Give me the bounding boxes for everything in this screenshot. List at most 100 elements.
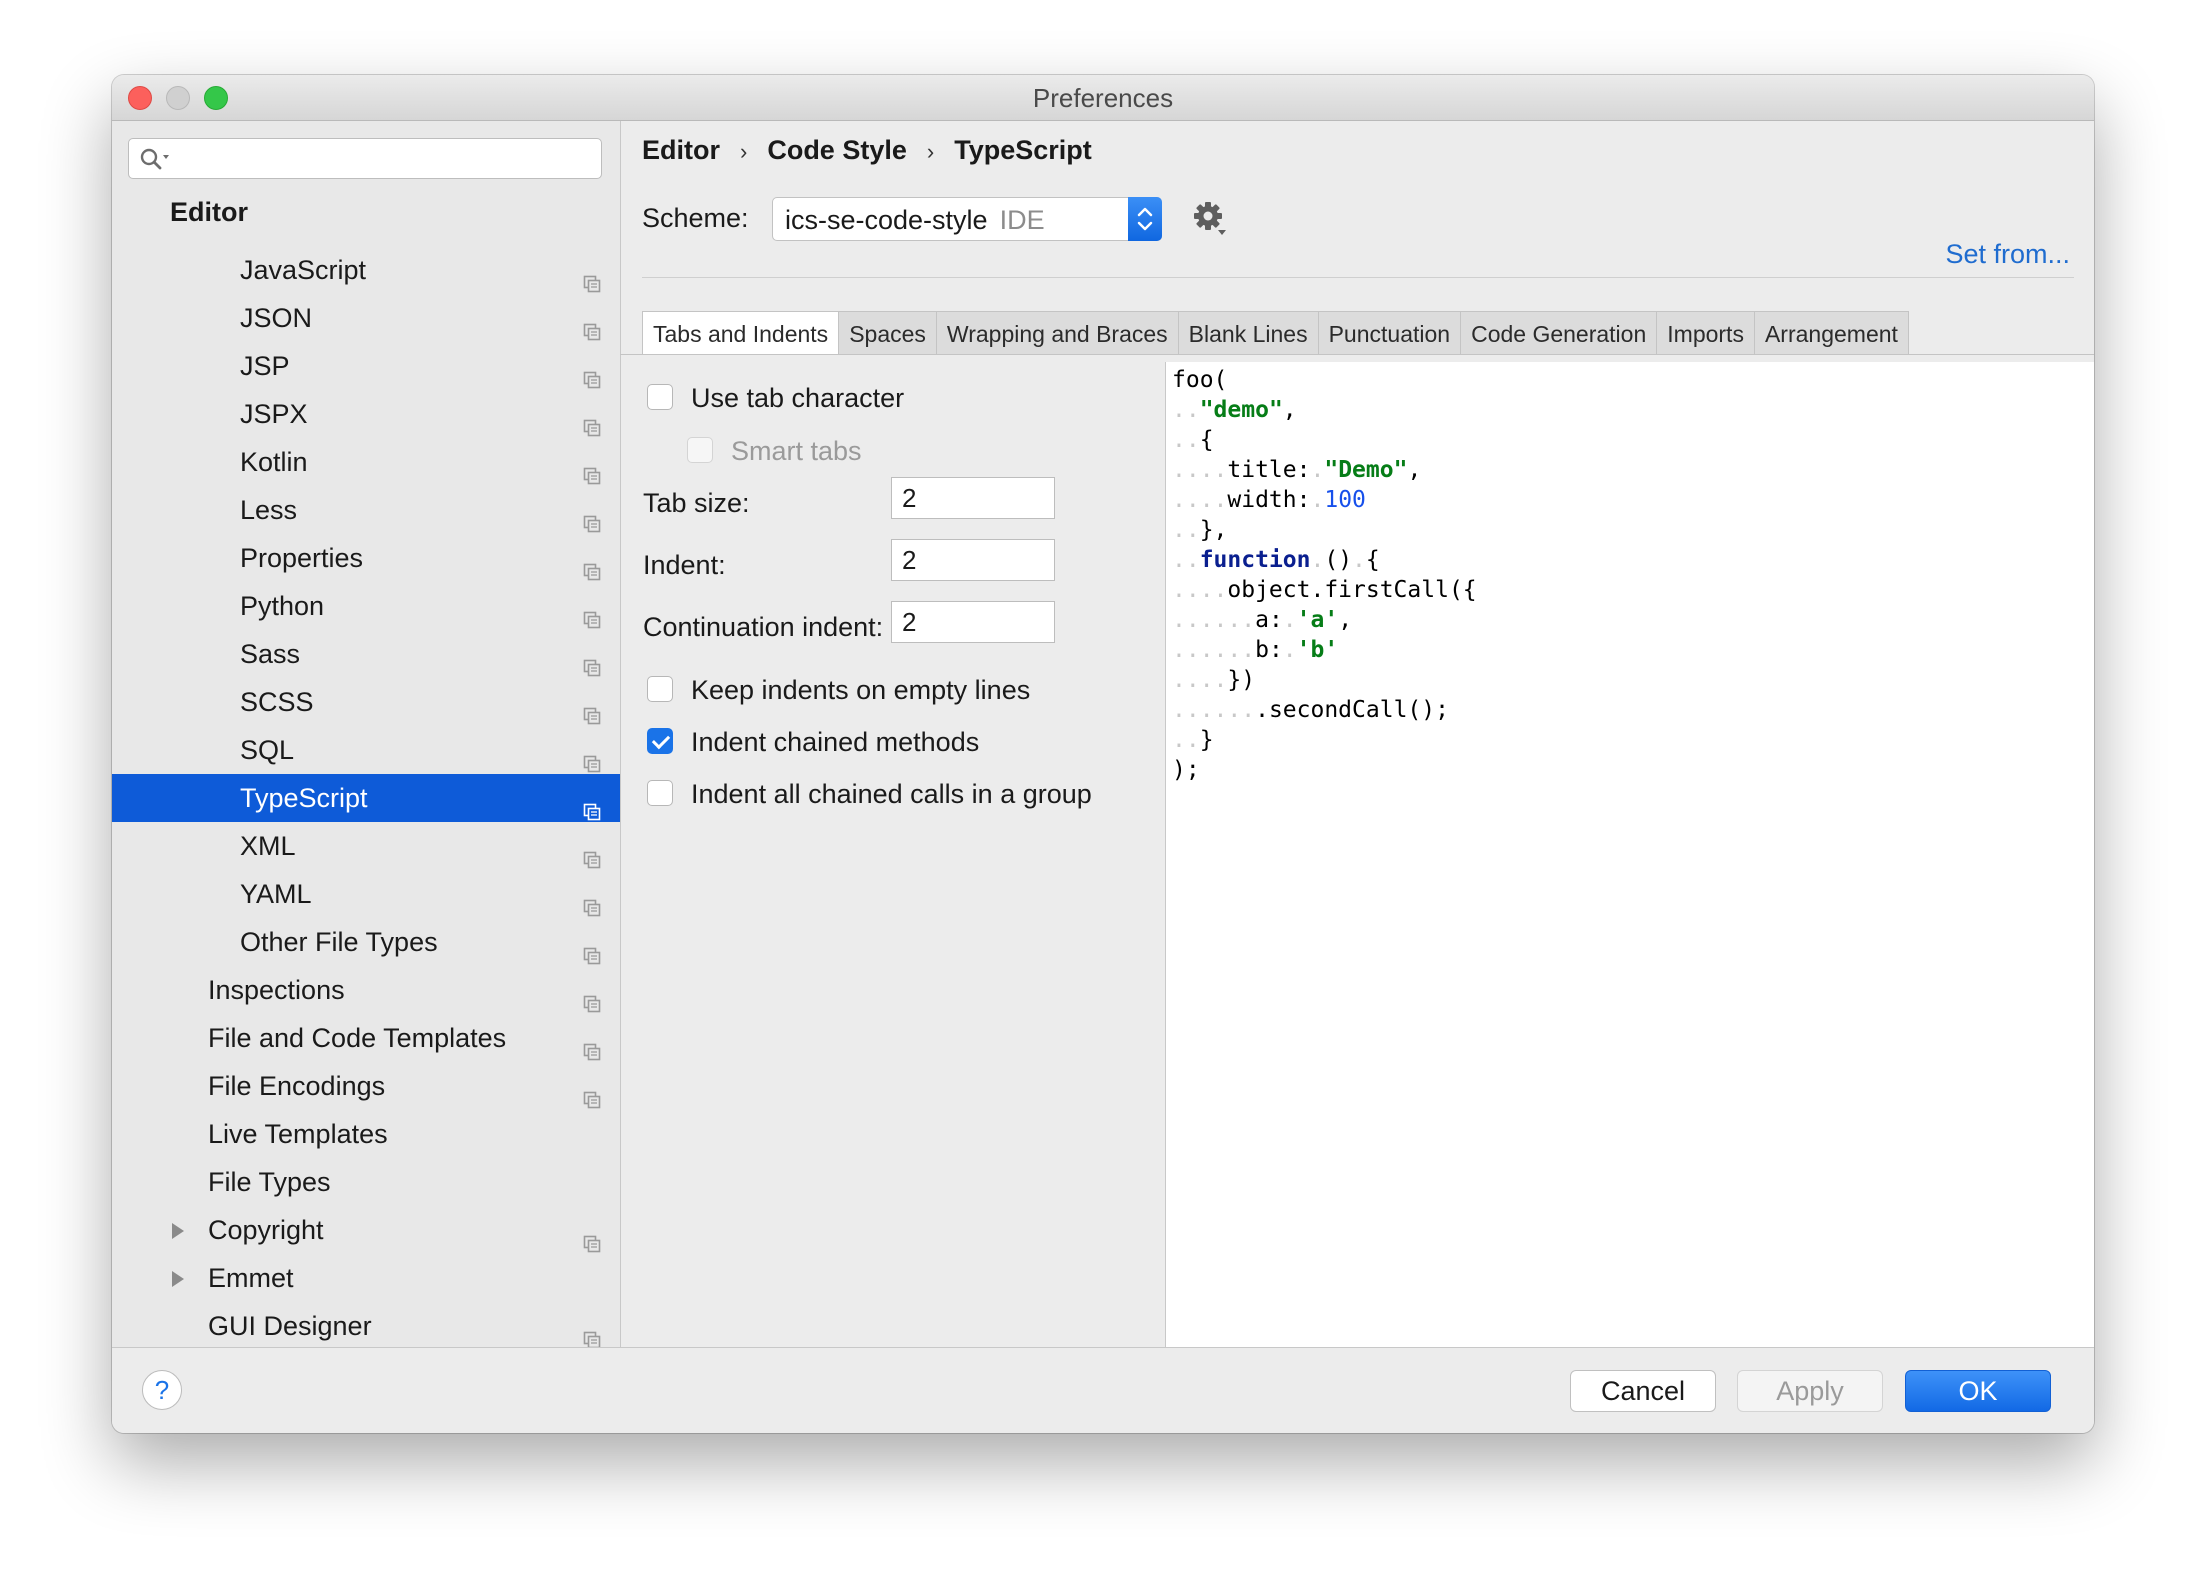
scheme-name: ics-se-code-style: [785, 205, 988, 235]
whitespace-marker: ..: [1172, 427, 1200, 453]
sidebar-item-label: Emmet: [208, 1263, 294, 1293]
smart-tabs-label: Smart tabs: [731, 436, 862, 466]
code-token: );: [1172, 757, 1200, 783]
settings-tree: JavaScript JSON JSP JSPX Kotlin Less Propertie…: [112, 246, 620, 1347]
tab-blank-lines[interactable]: Blank Lines: [1178, 311, 1319, 355]
tab-size-field[interactable]: 2: [891, 477, 1055, 519]
use-tab-character-checkbox[interactable]: [647, 383, 673, 410]
sidebar-item-gui-designer[interactable]: GUI Designer: [112, 1302, 620, 1347]
code-token: ,: [1338, 607, 1353, 633]
keep-indents-option[interactable]: Keep indents on empty lines: [647, 675, 1030, 706]
code-line: ....title:."Demo",: [1172, 455, 1421, 485]
code-token: "demo": [1199, 397, 1283, 423]
sidebar-item-sass[interactable]: Sass: [112, 630, 620, 678]
indent-all-chained-calls-checkbox[interactable]: [647, 779, 673, 806]
code-line: ....object.firstCall({: [1172, 575, 1477, 605]
whitespace-marker: ..: [1172, 547, 1200, 573]
tab-arrangement[interactable]: Arrangement: [1754, 311, 1909, 355]
sidebar-item-jspx[interactable]: JSPX: [112, 390, 620, 438]
ok-button[interactable]: OK: [1905, 1370, 2051, 1412]
window-title: Preferences: [1032, 83, 1174, 113]
breadcrumb-separator: ›: [740, 139, 748, 164]
sidebar-item-file-types[interactable]: File Types: [112, 1158, 620, 1206]
tabs-divider: [620, 354, 2094, 355]
sidebar-item-label: TypeScript: [240, 783, 368, 813]
sidebar-item-label: JSON: [240, 303, 313, 333]
scheme-kind: IDE: [999, 205, 1045, 235]
breadcrumb-item[interactable]: Code Style: [767, 135, 907, 165]
indent-all-chained-calls-option[interactable]: Indent all chained calls in a group: [647, 779, 1092, 810]
expand-arrow-icon[interactable]: [172, 1271, 184, 1287]
tab-tabs-and-indents[interactable]: Tabs and Indents: [642, 311, 840, 355]
code-token: 'b': [1296, 637, 1339, 663]
tab-wrapping-and-braces[interactable]: Wrapping and Braces: [936, 311, 1179, 355]
sidebar-item-copyright[interactable]: Copyright: [112, 1206, 620, 1254]
set-from-link[interactable]: Set from...: [1945, 239, 2070, 270]
sidebar-item-less[interactable]: Less: [112, 486, 620, 534]
sidebar-item-javascript[interactable]: JavaScript: [112, 246, 620, 294]
tab-code-generation[interactable]: Code Generation: [1461, 311, 1658, 355]
keep-indents-label: Keep indents on empty lines: [691, 675, 1031, 705]
whitespace-marker: ..: [1172, 517, 1200, 543]
code-token: width:: [1227, 487, 1311, 513]
code-preview[interactable]: foo(.."demo", ..{....title:."Demo", ....wi…: [1166, 362, 2094, 1347]
search-icon: [140, 148, 169, 170]
settings-search-input[interactable]: [128, 138, 602, 179]
code-token: function: [1199, 547, 1311, 573]
sidebar-item-label: Sass: [240, 639, 301, 669]
code-line: ......a:.'a',: [1172, 605, 1352, 635]
sidebar-item-yaml[interactable]: YAML: [112, 870, 620, 918]
indent-chained-methods-checkbox[interactable]: [647, 727, 673, 754]
expand-arrow-icon[interactable]: [172, 1223, 184, 1239]
sidebar-item-file-encodings[interactable]: File Encodings: [112, 1062, 620, 1110]
sidebar-item-label: XML: [240, 831, 296, 861]
sidebar-item-other-file-types[interactable]: Other File Types: [112, 918, 620, 966]
gear-icon[interactable]: [1192, 200, 1230, 243]
sidebar-item-kotlin[interactable]: Kotlin: [112, 438, 620, 486]
sidebar-item-emmet[interactable]: Emmet: [112, 1254, 620, 1302]
sidebar-item-inspections[interactable]: Inspections: [112, 966, 620, 1014]
continuation-indent-field[interactable]: 2: [891, 601, 1055, 643]
code-line: ......b:.'b': [1172, 635, 1338, 665]
cancel-button[interactable]: Cancel: [1570, 1370, 1716, 1412]
help-button[interactable]: ?: [142, 1370, 182, 1410]
tab-spaces[interactable]: Spaces: [839, 311, 937, 355]
keep-indents-checkbox[interactable]: [647, 675, 673, 702]
sidebar-item-typescript[interactable]: TypeScript: [112, 774, 620, 822]
code-token: ,: [1407, 457, 1422, 483]
sidebar-item-label: Other File Types: [240, 927, 438, 957]
scheme-select[interactable]: ics-se-code-style IDE: [772, 197, 1162, 241]
indent-all-chained-calls-label: Indent all chained calls in a group: [691, 779, 1092, 809]
tab-imports[interactable]: Imports: [1657, 311, 1755, 355]
sidebar-item-jsp[interactable]: JSP: [112, 342, 620, 390]
sidebar-item-live-templates[interactable]: Live Templates: [112, 1110, 620, 1158]
code-token: {: [1199, 427, 1214, 453]
sidebar-item-file-and-code-templates[interactable]: File and Code Templates: [112, 1014, 620, 1062]
whitespace-marker: ....: [1172, 577, 1228, 603]
sidebar-item-scss[interactable]: SCSS: [112, 678, 620, 726]
whitespace-marker: ......: [1172, 637, 1256, 663]
code-line: .."demo",: [1172, 395, 1297, 425]
sidebar-item-xml[interactable]: XML: [112, 822, 620, 870]
sidebar-item-sql[interactable]: SQL: [112, 726, 620, 774]
whitespace-marker: .: [1310, 547, 1325, 573]
preferences-window: Preferences Editor JavaScript JSON JSP JSPX…: [112, 75, 2094, 1433]
breadcrumb-item[interactable]: Editor: [642, 135, 720, 165]
code-line: ..function.().{: [1172, 545, 1380, 575]
smart-tabs-checkbox: [687, 436, 713, 463]
sidebar-item-json[interactable]: JSON: [112, 294, 620, 342]
indent-field[interactable]: 2: [891, 539, 1055, 581]
tab-punctuation[interactable]: Punctuation: [1318, 311, 1462, 355]
indent-chained-methods-option[interactable]: Indent chained methods: [647, 727, 979, 758]
code-token: },: [1199, 517, 1228, 543]
indent-label: Indent:: [643, 550, 726, 580]
code-line: ..{: [1172, 425, 1214, 455]
sidebar-item-python[interactable]: Python: [112, 582, 620, 630]
options-panel: Use tab character Smart tabs Tab size: 2…: [621, 362, 1166, 1347]
use-tab-character-option[interactable]: Use tab character: [647, 383, 904, 414]
tree-header-editor[interactable]: Editor: [170, 197, 248, 228]
sidebar-item-label: Properties: [240, 543, 364, 573]
sidebar-item-properties[interactable]: Properties: [112, 534, 620, 582]
code-token: title:: [1227, 457, 1311, 483]
whitespace-marker: ....: [1172, 667, 1228, 693]
